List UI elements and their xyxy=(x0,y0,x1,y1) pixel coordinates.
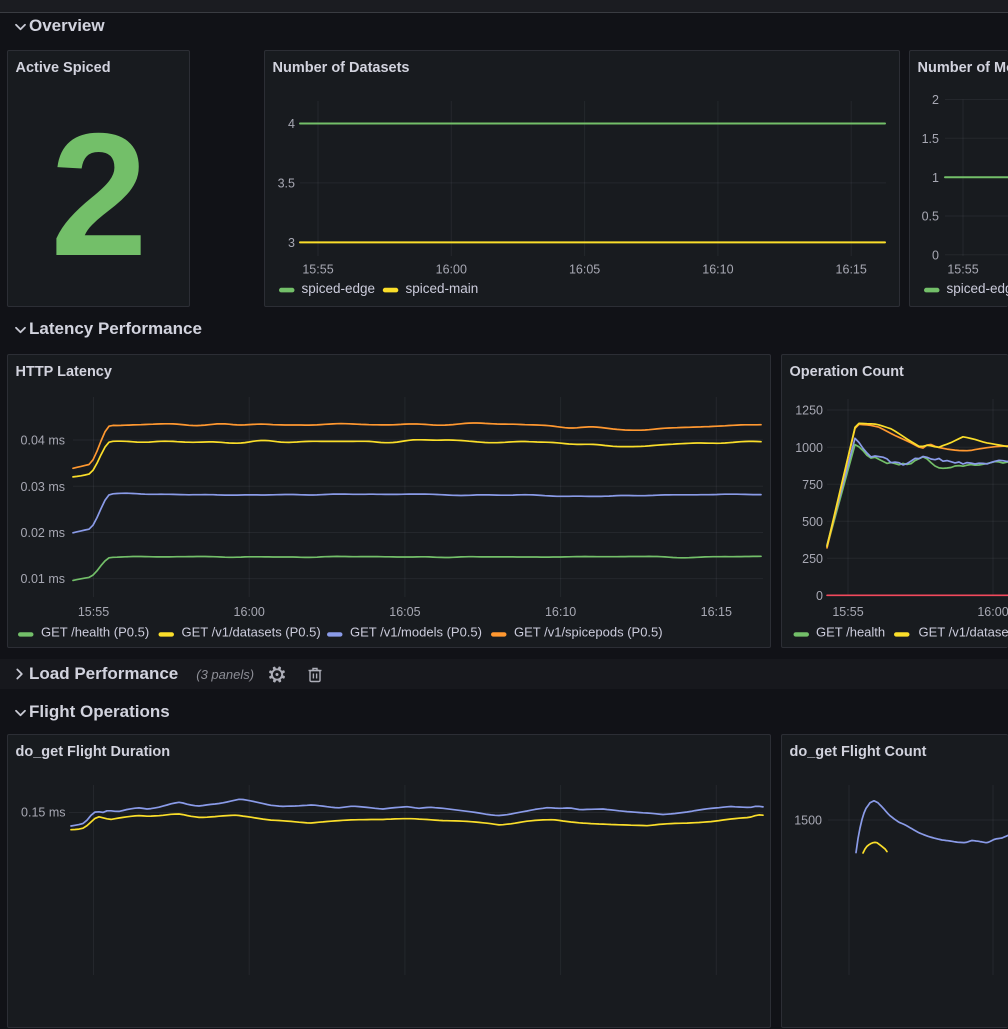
svg-text:GET /v1/models (P0.5): GET /v1/models (P0.5) xyxy=(350,624,482,639)
svg-text:0.15 ms: 0.15 ms xyxy=(21,806,65,820)
svg-text:2: 2 xyxy=(932,93,939,107)
svg-text:spiced-main: spiced-main xyxy=(406,281,479,296)
svg-text:3.5: 3.5 xyxy=(278,177,295,191)
svg-text:16:05: 16:05 xyxy=(389,605,420,619)
svg-text:1000: 1000 xyxy=(795,441,823,455)
svg-text:15:55: 15:55 xyxy=(302,263,333,277)
svg-text:16:15: 16:15 xyxy=(836,263,867,277)
svg-text:GET /v1/spicepods (P0.5): GET /v1/spicepods (P0.5) xyxy=(514,624,663,639)
svg-text:0.02 ms: 0.02 ms xyxy=(21,526,65,540)
svg-text:0.03 ms: 0.03 ms xyxy=(21,480,65,494)
svg-text:4: 4 xyxy=(288,117,295,131)
svg-text:GET /health: GET /health xyxy=(816,624,885,639)
svg-text:500: 500 xyxy=(802,515,823,529)
svg-text:16:15: 16:15 xyxy=(701,605,732,619)
svg-text:15:55: 15:55 xyxy=(947,263,978,277)
svg-text:Number of Models: Number of Models xyxy=(918,60,1008,76)
svg-text:GET /health (P0.5): GET /health (P0.5) xyxy=(41,624,149,639)
svg-text:Operation Count: Operation Count xyxy=(790,364,905,380)
svg-text:GET /v1/datasets (P0.5): GET /v1/datasets (P0.5) xyxy=(182,624,321,639)
svg-text:750: 750 xyxy=(802,478,823,492)
svg-text:1250: 1250 xyxy=(795,404,823,418)
svg-text:Number of Datasets: Number of Datasets xyxy=(273,60,410,76)
svg-text:0: 0 xyxy=(932,249,939,263)
svg-text:16:00: 16:00 xyxy=(234,605,265,619)
svg-text:1: 1 xyxy=(932,171,939,185)
svg-text:1500: 1500 xyxy=(794,814,822,828)
svg-text:16:05: 16:05 xyxy=(569,263,600,277)
svg-text:15:55: 15:55 xyxy=(78,605,109,619)
svg-text:250: 250 xyxy=(802,552,823,566)
svg-text:0: 0 xyxy=(816,589,823,603)
svg-text:Active Spiced: Active Spiced xyxy=(16,60,111,76)
svg-text:2: 2 xyxy=(50,98,147,293)
svg-text:0.04 ms: 0.04 ms xyxy=(21,434,65,448)
svg-text:16:00: 16:00 xyxy=(977,605,1008,619)
svg-text:do_get Flight Count: do_get Flight Count xyxy=(790,744,927,760)
svg-text:16:00: 16:00 xyxy=(436,263,467,277)
svg-text:0.5: 0.5 xyxy=(922,210,939,224)
svg-text:do_get Flight Duration: do_get Flight Duration xyxy=(16,744,171,760)
svg-text:15:55: 15:55 xyxy=(832,605,863,619)
svg-text:16:10: 16:10 xyxy=(702,263,733,277)
svg-text:3: 3 xyxy=(288,236,295,250)
svg-text:spiced-edge: spiced-edge xyxy=(302,281,376,296)
svg-text:HTTP Latency: HTTP Latency xyxy=(16,364,112,380)
svg-text:16:10: 16:10 xyxy=(545,605,576,619)
svg-text:spiced-edge: spiced-edge xyxy=(947,281,1008,296)
svg-text:GET /v1/datasets (P0.5): GET /v1/datasets (P0.5) xyxy=(919,624,1008,639)
svg-text:1.5: 1.5 xyxy=(922,132,939,146)
svg-text:0.01 ms: 0.01 ms xyxy=(21,572,65,586)
